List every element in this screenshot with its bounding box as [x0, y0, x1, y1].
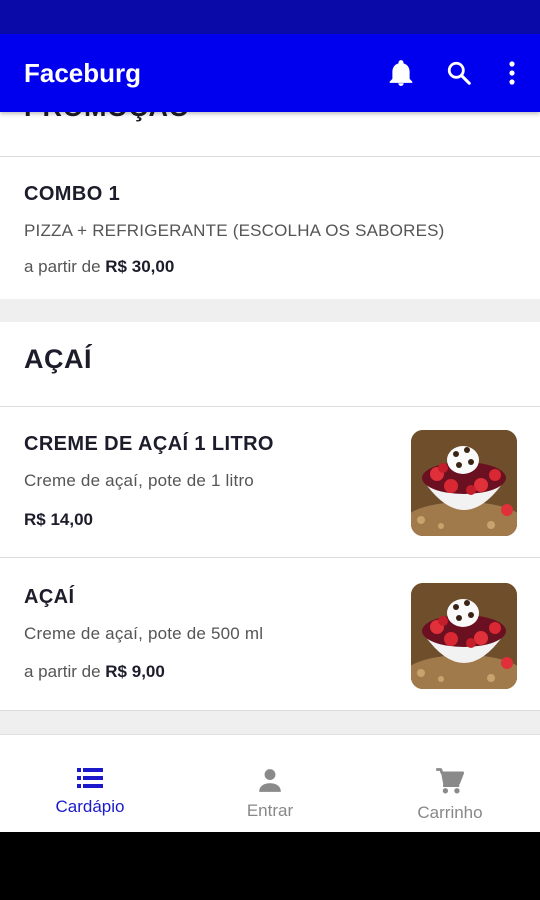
- product-description: Creme de açaí, pote de 1 litro: [24, 471, 254, 490]
- product-price: R$ 14,00: [24, 510, 93, 530]
- product-name: AÇAÍ: [24, 586, 75, 608]
- product-description: PIZZA + REFRIGERANTE (ESCOLHA OS SABORES…: [24, 221, 445, 240]
- person-icon: [259, 769, 281, 792]
- search-icon[interactable]: [444, 58, 474, 88]
- product-card-combo-1[interactable]: COMBO 1 PIZZA + REFRIGERANTE (ESCOLHA OS…: [0, 157, 540, 299]
- divider: [0, 710, 540, 711]
- nav-item-carrinho[interactable]: Carrinho: [360, 735, 540, 833]
- app-title: Faceburg: [24, 57, 142, 88]
- bell-icon[interactable]: [386, 58, 416, 88]
- nav-label: Entrar: [246, 801, 294, 820]
- nav-label: Carrinho: [417, 803, 483, 822]
- system-nav-bar: [0, 832, 540, 900]
- product-image: [411, 430, 517, 536]
- section-header-promocao: PROMOÇÃO: [0, 112, 540, 156]
- list-icon: [77, 768, 103, 788]
- product-name: CREME DE AÇAÍ 1 LITRO: [24, 433, 274, 455]
- status-bar: [0, 0, 540, 34]
- cart-icon: [436, 768, 465, 794]
- product-price: a partir de R$ 9,00: [24, 662, 165, 682]
- nav-label: Cardápio: [55, 797, 125, 816]
- price-value: R$ 9,00: [105, 662, 165, 681]
- menu-list[interactable]: PROMOÇÃO COMBO 1 PIZZA + REFRIGERANTE (E…: [0, 112, 540, 734]
- price-value: R$ 30,00: [105, 257, 175, 276]
- more-vertical-icon[interactable]: [502, 58, 522, 88]
- product-image: [411, 583, 517, 689]
- price-prefix: a partir de: [24, 257, 101, 276]
- price-prefix: a partir de: [24, 662, 101, 681]
- product-price: a partir de R$ 30,00: [24, 257, 174, 277]
- nav-item-entrar[interactable]: Entrar: [180, 735, 360, 833]
- nav-item-cardapio[interactable]: Cardápio: [0, 735, 180, 833]
- bottom-navigation: Cardápio Entrar Carrinho: [0, 734, 540, 833]
- section-title: PROMOÇÃO: [24, 112, 190, 123]
- product-name: COMBO 1: [24, 183, 121, 205]
- product-card-creme-acai-1l[interactable]: CREME DE AÇAÍ 1 LITRO Creme de açaí, pot…: [0, 407, 540, 557]
- app-bar: Faceburg: [0, 34, 540, 112]
- product-description: Creme de açaí, pote de 500 ml: [24, 624, 264, 643]
- section-header-acai: AÇAÍ: [0, 322, 540, 406]
- product-card-acai[interactable]: AÇAÍ Creme de açaí, pote de 500 ml a par…: [0, 558, 540, 710]
- section-title: AÇAÍ: [24, 344, 92, 374]
- price-value: R$ 14,00: [24, 510, 93, 529]
